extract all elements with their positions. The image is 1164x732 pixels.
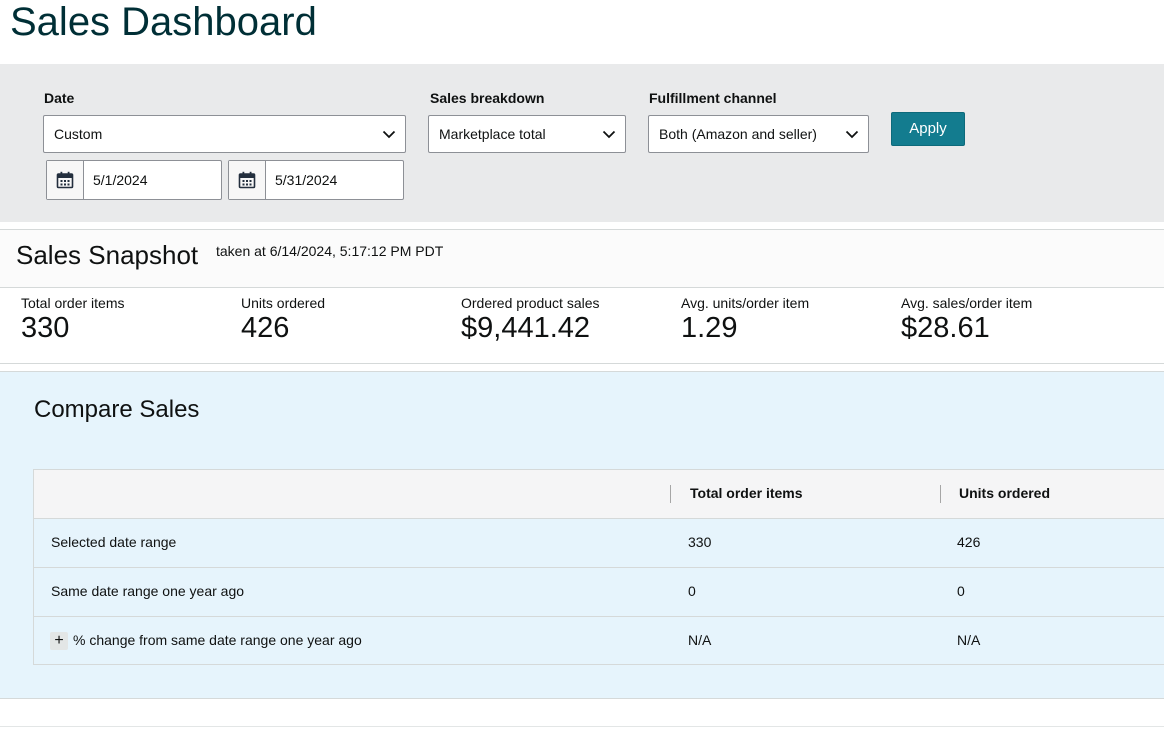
metric-ordered-product-sales: Ordered product sales $9,441.42 [461, 295, 600, 345]
cell-units-ordered: 0 [957, 583, 965, 599]
sales-snapshot-header: Sales Snapshot taken at 6/14/2024, 5:17:… [0, 229, 1164, 288]
cell-units-ordered: N/A [957, 632, 981, 648]
metric-label: Total order items [21, 295, 125, 311]
sales-breakdown-value: Marketplace total [439, 126, 546, 142]
start-date-value: 5/1/2024 [93, 172, 148, 188]
metric-units-ordered: Units ordered 426 [241, 295, 325, 345]
chevron-down-icon [602, 116, 616, 152]
apply-button[interactable]: Apply [891, 112, 965, 146]
sales-dashboard-page: Sales Dashboard Date Custom 5/1/2024 5/3… [0, 0, 1164, 732]
fulfillment-channel-select[interactable]: Both (Amazon and seller) [648, 115, 869, 153]
cell-units-ordered: 426 [957, 534, 981, 550]
metric-value: $9,441.42 [461, 312, 591, 344]
metric-avg-units-per-order-item: Avg. units/order item 1.29 [681, 295, 809, 345]
metric-total-order-items: Total order items 330 [21, 295, 124, 345]
table-row: Same date range one year ago 0 0 [34, 568, 1164, 617]
calendar-icon[interactable] [47, 161, 84, 199]
fulfillment-channel-label: Fulfillment channel [649, 90, 777, 106]
row-label: % change from same date range one year a… [73, 632, 362, 648]
divider [0, 726, 1164, 727]
metric-avg-sales-per-order-item: Avg. sales/order item $28.61 [901, 295, 1032, 345]
metric-label: Avg. sales/order item [901, 295, 1033, 311]
page-title: Sales Dashboard [10, 0, 317, 44]
metric-value: 426 [241, 312, 290, 344]
metric-label: Units ordered [241, 295, 326, 311]
metric-value: 330 [21, 312, 70, 344]
filter-bar: Date Custom 5/1/2024 5/31/2024 Sales bre… [0, 64, 1164, 222]
compare-sales-title: Compare Sales [34, 396, 200, 423]
row-label: Same date range one year ago [51, 583, 245, 599]
compare-sales-table: Total order items Units ordered Selected… [33, 469, 1164, 665]
snapshot-timestamp: taken at 6/14/2024, 5:17:12 PM PDT [216, 243, 444, 259]
sales-snapshot-title: Sales Snapshot [16, 240, 199, 270]
date-label: Date [44, 90, 75, 106]
compare-sales-section: Compare Sales Total order items Units or… [0, 371, 1164, 699]
column-header-total-order-items[interactable]: Total order items [690, 470, 803, 517]
metric-value: $28.61 [901, 312, 990, 344]
metric-label: Ordered product sales [461, 295, 600, 311]
sales-breakdown-label: Sales breakdown [430, 90, 545, 106]
sales-breakdown-select[interactable]: Marketplace total [428, 115, 626, 153]
fulfillment-channel-value: Both (Amazon and seller) [659, 126, 817, 142]
metric-label: Avg. units/order item [681, 295, 810, 311]
snapshot-metrics: Total order items 330 Units ordered 426 … [0, 288, 1164, 364]
start-date-field[interactable]: 5/1/2024 [46, 160, 222, 200]
row-label: Selected date range [51, 534, 177, 550]
table-row: + % change from same date range one year… [34, 617, 1164, 664]
plus-icon[interactable]: + [50, 632, 68, 650]
cell-total-order-items: 330 [688, 534, 712, 550]
end-date-field[interactable]: 5/31/2024 [228, 160, 404, 200]
chevron-down-icon [382, 116, 396, 152]
cell-total-order-items: 0 [688, 583, 696, 599]
calendar-icon[interactable] [229, 161, 266, 199]
column-header-units-ordered[interactable]: Units ordered [959, 470, 1050, 517]
column-divider [940, 485, 941, 503]
cell-total-order-items: N/A [688, 632, 712, 648]
column-divider [670, 485, 671, 503]
date-range-select[interactable]: Custom [43, 115, 406, 153]
date-range-value: Custom [54, 126, 103, 142]
table-row: Selected date range 330 426 [34, 519, 1164, 568]
metric-value: 1.29 [681, 312, 738, 344]
chevron-down-icon [845, 116, 859, 152]
table-header-row: Total order items Units ordered [34, 470, 1164, 519]
end-date-value: 5/31/2024 [275, 172, 338, 188]
